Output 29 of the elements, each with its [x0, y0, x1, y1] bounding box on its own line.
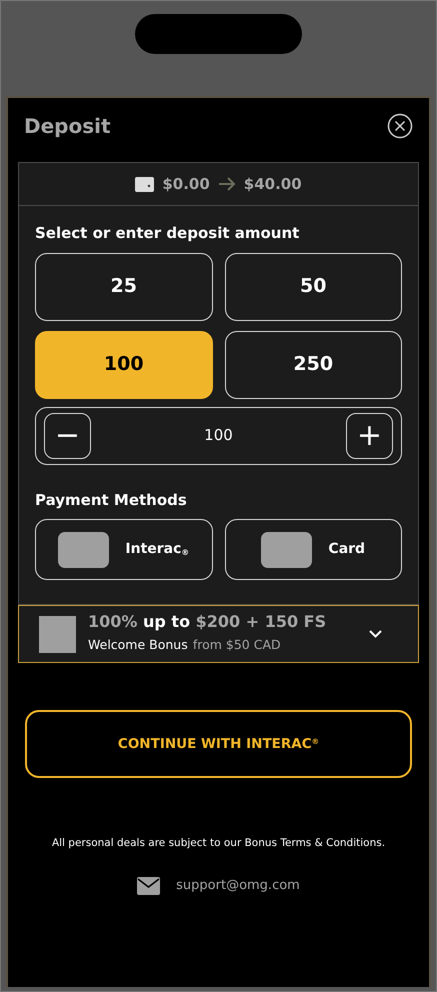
- bonus-condition: from $50 CAD: [192, 636, 281, 652]
- mail-icon: [137, 876, 160, 894]
- chevron-down-icon[interactable]: [369, 630, 382, 638]
- bonus-offer[interactable]: 100% up to $200 + 150 FS Welcome Bonus from $50 CAD: [18, 605, 419, 663]
- new-balance: $40.00: [244, 174, 302, 195]
- wallet-icon: [135, 176, 154, 192]
- amount-option[interactable]: 50: [224, 252, 402, 320]
- close-button[interactable]: [387, 113, 413, 139]
- method-logo: [58, 532, 110, 568]
- bonus-headline: 100% up to $200 + 150 FS: [88, 612, 328, 632]
- bonus-name: Welcome Bonus: [88, 636, 188, 652]
- section-label: Select or enter deposit amount: [35, 223, 300, 244]
- amount-value: 100: [204, 425, 233, 446]
- continue-button[interactable]: CONTINUE WITH INTERAC$^{®}$: [25, 710, 412, 778]
- method-logo: [261, 532, 312, 568]
- section-label: Payment Methods: [35, 490, 188, 510]
- decrease-button[interactable]: −: [44, 412, 91, 458]
- current-balance: $0.00: [162, 174, 210, 195]
- amount-option[interactable]: 250: [224, 330, 402, 398]
- terms-text: All personal deals are subject to our Bonus Terms & Conditions.: [50, 836, 386, 851]
- bonus-image: [39, 616, 76, 652]
- support-email[interactable]: support@omg.com: [176, 876, 300, 896]
- dialog-title: Deposit: [24, 113, 111, 140]
- increase-button[interactable]: +: [346, 412, 393, 458]
- payment-method-button[interactable]: Interac$_{®}$: [35, 519, 212, 580]
- amount-option[interactable]: 25: [35, 252, 212, 320]
- amount-option[interactable]: 100: [35, 330, 212, 398]
- payment-method-button[interactable]: Card: [224, 519, 402, 580]
- arrow-right-icon: [218, 177, 236, 191]
